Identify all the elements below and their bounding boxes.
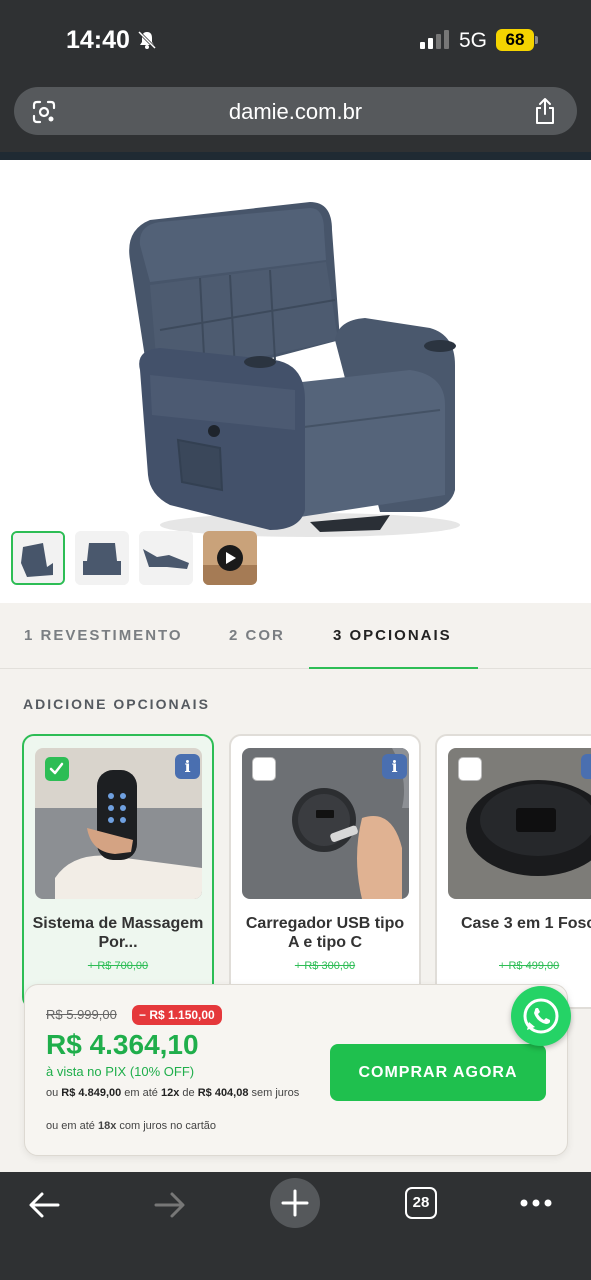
silent-bell-icon [137, 30, 157, 50]
thumbnail-chair-reclined[interactable] [139, 531, 193, 585]
thumbnail-video[interactable] [203, 531, 257, 585]
whatsapp-button[interactable] [511, 986, 571, 1046]
installment-info: ou R$ 4.849,00 em até 12x de R$ 404,08 s… [46, 1087, 300, 1099]
new-tab-button[interactable] [270, 1178, 320, 1228]
option-price: + R$ 700,00 [87, 960, 149, 972]
battery-level: 68 [496, 29, 534, 51]
info-icon[interactable]: i [382, 754, 407, 779]
option-name: Case 3 em 1 Fosc [461, 915, 591, 932]
steps-tabs: 1 REVESTIMENTO 2 COR 3 OPCIONAIS [0, 603, 591, 669]
pix-note: à vista no PIX (10% OFF) [46, 1064, 195, 1079]
option-card-case[interactable]: i Case 3 em 1 Fosc + R$ 499,00 [435, 734, 591, 1009]
tab-revestimento[interactable]: 1 REVESTIMENTO [24, 627, 183, 644]
buy-now-button[interactable]: COMPRAR AGORA [330, 1044, 546, 1101]
browser-top-bar: 14:40 5G 68 damie.com.br [0, 0, 591, 152]
thumbnail-chair-front[interactable] [75, 531, 129, 585]
thumbnail-chair-angled[interactable] [11, 531, 65, 585]
section-title: ADICIONE OPCIONAIS [23, 696, 210, 712]
plus-icon [281, 1189, 309, 1217]
credit-card-info: ou em até 18x com juros no cartão [46, 1120, 216, 1132]
purchase-panel: R$ 5.999,00 − R$ 1.150,00 R$ 4.364,10 à … [24, 984, 568, 1156]
original-price: R$ 5.999,00 [46, 1007, 117, 1022]
info-icon[interactable]: i [175, 754, 200, 779]
info-icon[interactable]: i [581, 754, 591, 779]
browser-toolbar: 28 [0, 1172, 591, 1280]
product-gallery [0, 160, 591, 603]
active-tab-indicator [309, 667, 478, 669]
option-checkbox[interactable] [252, 757, 276, 781]
option-checkbox[interactable] [458, 757, 482, 781]
site-header-strip [0, 152, 591, 160]
whatsapp-icon [523, 998, 559, 1034]
checkmark-icon [49, 762, 64, 775]
discount-badge: − R$ 1.150,00 [132, 1005, 222, 1025]
url-bar[interactable]: damie.com.br [14, 87, 577, 135]
recliner-chair-image [129, 202, 460, 537]
url-text[interactable]: damie.com.br [14, 99, 577, 125]
tab-cor[interactable]: 2 COR [229, 627, 285, 644]
option-card-usb-charger[interactable]: i Carregador USB tipo A e tipo C + R$ 30… [229, 734, 421, 1009]
tab-switcher-button[interactable]: 28 [405, 1187, 437, 1219]
share-icon[interactable] [533, 97, 557, 125]
option-price: + R$ 300,00 [294, 960, 356, 972]
back-arrow-icon[interactable] [28, 1190, 60, 1220]
battery-icon: 68 [496, 29, 538, 51]
option-checkbox-checked[interactable] [45, 757, 69, 781]
signal-icon [420, 30, 449, 49]
pix-price: R$ 4.364,10 [46, 1029, 199, 1060]
status-time: 14:40 [66, 26, 130, 54]
more-options-icon[interactable] [520, 1198, 552, 1208]
option-name: Sistema de Massagem Por... [32, 915, 204, 951]
option-card-massage[interactable]: i Sistema de Massagem Por... + R$ 700,00 [22, 734, 214, 1009]
option-price: + R$ 499,00 [499, 960, 560, 972]
option-name: Carregador USB tipo A e tipo C [245, 915, 405, 951]
network-type: 5G [459, 29, 488, 52]
tab-opcionais[interactable]: 3 OPCIONAIS [333, 627, 452, 644]
forward-arrow-icon[interactable] [154, 1190, 186, 1220]
